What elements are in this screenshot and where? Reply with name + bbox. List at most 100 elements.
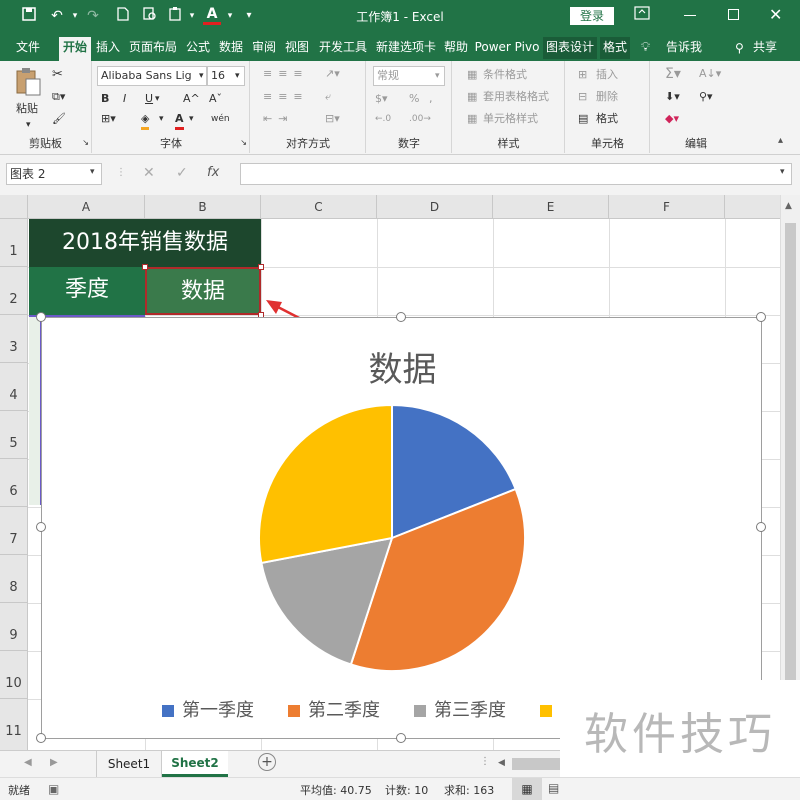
redo-icon[interactable]: ↷ <box>84 7 102 25</box>
copy-icon[interactable]: ⧉▾ <box>52 89 65 105</box>
sheet-tab-sheet2[interactable]: Sheet2 <box>162 751 228 777</box>
name-box-dropdown-icon[interactable]: ▾ <box>90 167 95 177</box>
column-header-c[interactable]: C <box>261 195 377 219</box>
sort-filter-icon[interactable]: A↓▾ <box>699 66 721 82</box>
font-size-dropdown-icon[interactable]: ▾ <box>235 68 240 84</box>
macro-record-icon[interactable]: ▣ <box>48 782 59 796</box>
insert-cells-button[interactable]: 插入 <box>596 67 618 83</box>
customize-qat-icon[interactable]: ▾ <box>240 7 258 25</box>
row-header-10[interactable]: 10 <box>0 651 28 699</box>
column-header-f[interactable]: F <box>609 195 725 219</box>
fill-color-dropdown-icon[interactable]: ▾ <box>159 111 164 127</box>
font-name-dropdown-icon[interactable]: ▾ <box>199 68 204 84</box>
row-header-5[interactable]: 5 <box>0 411 28 459</box>
format-painter-icon[interactable]: 🖌︎ <box>52 111 66 127</box>
minimize-icon[interactable] <box>684 15 696 16</box>
tab-view[interactable]: 视图 <box>282 37 312 59</box>
sheet-tab-sheet1[interactable]: Sheet1 <box>96 751 162 777</box>
chart-title[interactable]: 数据 <box>42 342 763 391</box>
paste-icon[interactable] <box>166 7 184 25</box>
comma-icon[interactable]: , <box>429 91 433 107</box>
print-preview-icon[interactable] <box>141 7 159 25</box>
resize-handle[interactable] <box>756 312 766 322</box>
resize-handle[interactable] <box>396 312 406 322</box>
column-header-b[interactable]: B <box>145 195 261 219</box>
formula-input[interactable] <box>240 163 792 185</box>
paste-big-icon[interactable] <box>14 67 44 99</box>
font-launcher-icon[interactable]: ↘ <box>240 135 247 151</box>
increase-font-icon[interactable]: A^ <box>183 91 200 107</box>
pie-chart[interactable]: 数据 第一季度第二季度第三季度第四季度 <box>36 312 766 743</box>
select-all-corner[interactable] <box>0 195 28 219</box>
close-icon[interactable]: ✕ <box>769 5 782 24</box>
column-header-d[interactable]: D <box>377 195 493 219</box>
scroll-thumb[interactable] <box>785 223 796 683</box>
clear-icon[interactable]: ◆▾ <box>665 111 679 127</box>
percent-icon[interactable]: % <box>409 91 419 107</box>
share-button[interactable]: 共享 <box>750 37 780 59</box>
tab-review[interactable]: 审阅 <box>249 37 279 59</box>
format-cells-icon[interactable]: ▤ <box>578 111 588 127</box>
resize-handle[interactable] <box>36 733 46 743</box>
cell-b2-selected[interactable]: 数据 <box>145 267 261 315</box>
horizontal-scroll-thumb[interactable] <box>512 758 560 770</box>
page-layout-view-icon[interactable]: ▤ <box>548 781 559 795</box>
font-name-select[interactable]: Alibaba Sans Lig <box>97 66 207 86</box>
cancel-icon[interactable]: ✕ <box>143 165 155 181</box>
row-header-11[interactable]: 11 <box>0 699 28 750</box>
cell-a1-title[interactable]: 2018年销售数据 <box>29 219 261 267</box>
pie-plot-area[interactable] <box>252 398 532 678</box>
tab-chart-design[interactable]: 图表设计 <box>543 37 597 59</box>
tab-developer[interactable]: 开发工具 <box>315 37 371 59</box>
fill-color-icon[interactable]: ◈ <box>141 111 150 130</box>
row-header-6[interactable]: 6 <box>0 459 28 507</box>
font-color-dropdown-icon[interactable]: ▾ <box>221 7 239 25</box>
add-sheet-icon[interactable]: + <box>258 753 276 771</box>
hscroll-left-icon[interactable]: ◀ <box>498 758 505 768</box>
legend-item[interactable]: 第一季度 <box>162 698 254 724</box>
new-file-icon[interactable] <box>114 7 132 25</box>
row-header-3[interactable]: 3 <box>0 315 28 363</box>
save-icon[interactable] <box>20 7 38 25</box>
undo-icon[interactable]: ↶ <box>48 7 66 25</box>
maximize-icon[interactable] <box>728 9 739 20</box>
conditional-format-button[interactable]: 条件格式 <box>483 67 527 83</box>
conditional-format-icon[interactable]: ▦ <box>467 67 477 83</box>
increase-decimal-icon[interactable]: ←.0 <box>375 111 391 127</box>
tab-page-layout[interactable]: 页面布局 <box>126 37 180 59</box>
normal-view-icon[interactable]: ▦ <box>512 778 542 800</box>
resize-handle[interactable] <box>756 522 766 532</box>
delete-cells-button[interactable]: 删除 <box>596 89 618 105</box>
tab-power-pivot[interactable]: Power Pivo <box>474 37 540 59</box>
tab-data[interactable]: 数据 <box>216 37 246 59</box>
range-handle[interactable] <box>258 264 264 270</box>
insert-cells-icon[interactable]: ⊞ <box>578 67 587 83</box>
clipboard-launcher-icon[interactable]: ↘ <box>82 135 89 151</box>
tab-formulas[interactable]: 公式 <box>183 37 213 59</box>
decrease-font-icon[interactable]: Aˇ <box>209 91 222 107</box>
row-header-2[interactable]: 2 <box>0 267 28 315</box>
phonetic-button[interactable]: wén <box>211 111 230 127</box>
scroll-up-icon[interactable]: ▲ <box>785 201 792 211</box>
format-cells-button[interactable]: 格式 <box>596 111 618 127</box>
expand-formula-icon[interactable]: ▾ <box>780 167 785 177</box>
autosum-icon[interactable]: Σ▾ <box>665 66 681 82</box>
table-format-icon[interactable]: ▦ <box>467 89 477 105</box>
fill-icon[interactable]: ⬇▾ <box>665 89 680 105</box>
row-header-7[interactable]: 7 <box>0 507 28 555</box>
row-header-8[interactable]: 8 <box>0 555 28 603</box>
tab-format[interactable]: 格式 <box>600 37 630 59</box>
tab-insert[interactable]: 插入 <box>93 37 123 59</box>
tab-new-tab[interactable]: 新建选项卡 <box>373 37 439 59</box>
find-select-icon[interactable]: ⚲▾ <box>699 89 713 105</box>
pie-slice-4[interactable] <box>258 403 393 565</box>
tell-me-search[interactable]: 告诉我 <box>662 37 706 59</box>
tab-home[interactable]: 开始 <box>59 37 91 61</box>
resize-handle[interactable] <box>396 733 406 743</box>
next-sheet-icon[interactable]: ▶ <box>50 757 58 768</box>
undo-dropdown-icon[interactable]: ▾ <box>66 7 84 25</box>
horizontal-align-icons[interactable]: ≡≡≡ <box>263 89 309 105</box>
legend-item[interactable]: 第三季度 <box>414 698 506 724</box>
borders-icon[interactable]: ⊞▾ <box>101 111 116 127</box>
range-handle[interactable] <box>142 264 148 270</box>
